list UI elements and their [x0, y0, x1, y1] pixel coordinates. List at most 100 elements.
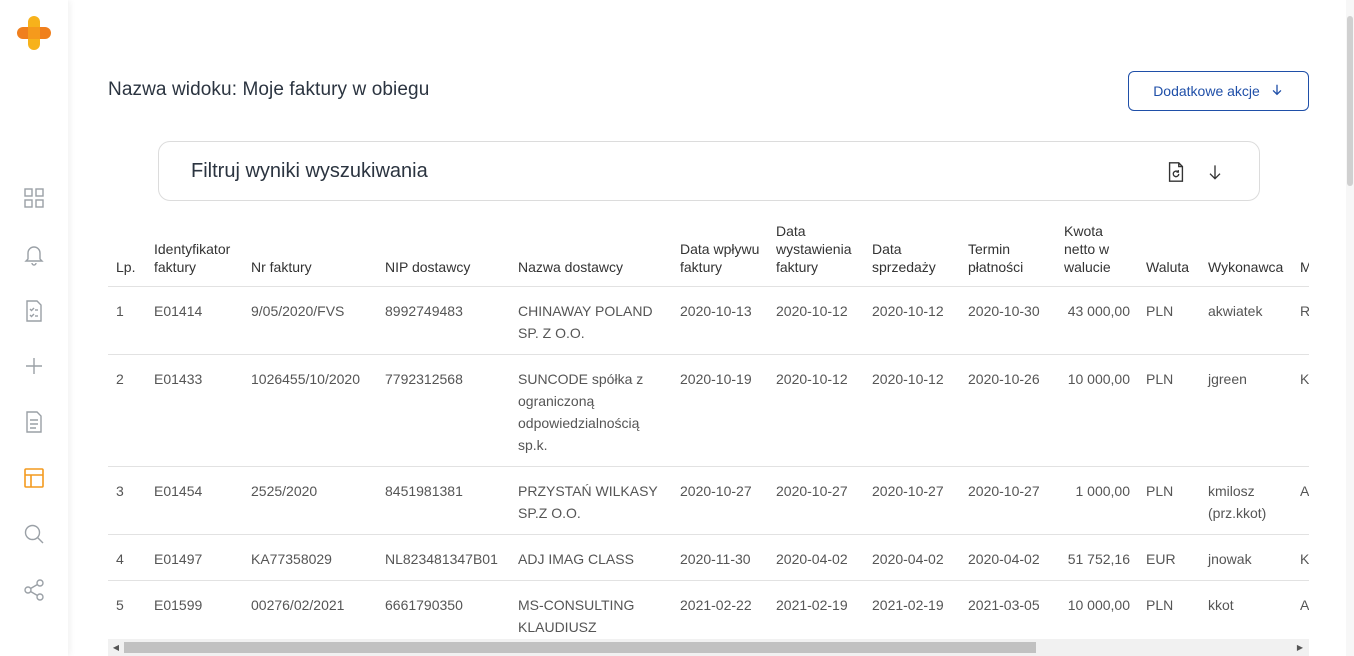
scrollbar-thumb[interactable] [124, 642, 1036, 653]
table-cell: 7792312568 [377, 354, 510, 467]
table-cell: 51 752,16 [1056, 534, 1138, 581]
page-title: Nazwa widoku: Moje faktury w obiegu [108, 79, 430, 100]
table-row[interactable]: 1 E01414 9/05/2020/FVS 8992749483 CHINAW… [108, 286, 1309, 355]
scrollbar-thumb[interactable] [1347, 16, 1353, 186]
plus-icon[interactable] [20, 352, 48, 380]
table-row[interactable]: 4 E01497 KA77358029 NL823481347B01 ADJ I… [108, 534, 1309, 581]
table-cell: 2020-10-12 [864, 354, 960, 467]
table-row[interactable]: 5 E01599 00276/02/2021 6661790350 MS-CON… [108, 580, 1309, 637]
table-cell: 2021-02-19 [768, 580, 864, 637]
document-icon[interactable] [20, 408, 48, 436]
file-refresh-icon[interactable] [1163, 159, 1189, 185]
table-cell: 2020-04-02 [768, 534, 864, 581]
table-cell: CHINAWAY POLAND SP. Z O.O. [510, 286, 672, 355]
table-cell: 2020-10-12 [768, 354, 864, 467]
table-cell: 1026455/10/2020 [243, 354, 377, 467]
table-cell: 2020-10-27 [864, 466, 960, 535]
column-header[interactable]: Termin płatności [960, 212, 1056, 287]
table-cell: PLN [1138, 580, 1200, 637]
bell-icon[interactable] [20, 240, 48, 268]
share-icon[interactable] [20, 576, 48, 604]
arrow-down-icon [1270, 83, 1284, 100]
table-cell: 10 000,00 [1056, 580, 1138, 637]
table-cell: 2021-02-22 [672, 580, 768, 637]
table-cell: E01414 [146, 286, 243, 355]
filter-panel[interactable]: Filtruj wyniki wyszukiwania [158, 141, 1260, 201]
table-cell: 2020-10-12 [768, 286, 864, 355]
table-cell: 8451981381 [377, 466, 510, 535]
column-header[interactable]: Wykonawca [1200, 212, 1292, 287]
table-cell: 2021-03-05 [960, 580, 1056, 637]
table-cell: E01433 [146, 354, 243, 467]
table-cell: 4 [108, 534, 146, 581]
table-cell: 2525/2020 [243, 466, 377, 535]
column-header[interactable]: Kwota netto w walucie [1056, 212, 1138, 287]
table-cell: ADJ IMAG CLASS [510, 534, 672, 581]
column-header[interactable]: Waluta [1138, 212, 1200, 287]
table-cell: PRZYSTAŃ WILKASY SP.Z O.O. [510, 466, 672, 535]
table-cell: 2 [108, 354, 146, 467]
table-row[interactable]: 2 E01433 1026455/10/2020 7792312568 SUNC… [108, 354, 1309, 467]
table-cell: 3 [108, 466, 146, 535]
table-cell: 00276/02/2021 [243, 580, 377, 637]
invoices-table: Lp. Identyfikator faktury Nr faktury NIP… [108, 212, 1309, 637]
additional-actions-label: Dodatkowe akcje [1153, 83, 1260, 99]
table-cell: A fa [1292, 466, 1309, 535]
table-cell: 43 000,00 [1056, 286, 1138, 355]
search-icon[interactable] [20, 520, 48, 548]
table-cell: 2020-10-26 [960, 354, 1056, 467]
additional-actions-button[interactable]: Dodatkowe akcje [1128, 71, 1309, 111]
table-cell: E01497 [146, 534, 243, 581]
layout-icon[interactable] [20, 464, 48, 492]
table-cell: R fa [1292, 286, 1309, 355]
table-cell: E01454 [146, 466, 243, 535]
table-cell: KA77358029 [243, 534, 377, 581]
table-cell: 1 [108, 286, 146, 355]
column-header[interactable]: Identyfikator faktury [146, 212, 243, 287]
column-header[interactable]: Data wpływu faktury [672, 212, 768, 287]
table-cell: 2020-04-02 [960, 534, 1056, 581]
logo-icon[interactable] [15, 14, 53, 52]
table-cell: kkot [1200, 580, 1292, 637]
table-cell: 2020-10-13 [672, 286, 768, 355]
checklist-icon[interactable] [20, 297, 48, 325]
column-header[interactable]: M z [1292, 212, 1309, 287]
scroll-left-icon[interactable]: ◀ [111, 642, 121, 653]
table-row[interactable]: 3 E01454 2525/2020 8451981381 PRZYSTAŃ W… [108, 466, 1309, 535]
arrow-down-icon[interactable] [1202, 159, 1228, 185]
column-header[interactable]: Nr faktury [243, 212, 377, 287]
horizontal-scrollbar[interactable]: ◀ ▶ [108, 639, 1309, 656]
table-cell: EUR [1138, 534, 1200, 581]
column-header[interactable]: Nazwa dostawcy [510, 212, 672, 287]
invoices-table-container: Lp. Identyfikator faktury Nr faktury NIP… [108, 212, 1309, 637]
table-cell: 8992749483 [377, 286, 510, 355]
column-header[interactable]: Data wystawienia faktury [768, 212, 864, 287]
vertical-scrollbar[interactable] [1346, 0, 1354, 656]
table-cell: 9/05/2020/FVS [243, 286, 377, 355]
grid-icon[interactable] [20, 184, 48, 212]
table-cell: 5 [108, 580, 146, 637]
table-cell: 2020-11-30 [672, 534, 768, 581]
table-cell: 2020-10-27 [960, 466, 1056, 535]
table-cell: NL823481347B01 [377, 534, 510, 581]
table-cell: 2020-10-19 [672, 354, 768, 467]
table-cell: 2021-02-19 [864, 580, 960, 637]
table-cell: 2020-10-27 [672, 466, 768, 535]
table-cell: 2020-10-27 [768, 466, 864, 535]
table-cell: A fa [1292, 580, 1309, 637]
scroll-right-icon[interactable]: ▶ [1295, 642, 1305, 653]
table-cell: kmilosz (prz.kkot) [1200, 466, 1292, 535]
table-cell: PLN [1138, 354, 1200, 467]
table-cell: PLN [1138, 286, 1200, 355]
table-cell: E01599 [146, 580, 243, 637]
table-cell: K [1292, 534, 1309, 581]
column-header[interactable]: NIP dostawcy [377, 212, 510, 287]
table-cell: PLN [1138, 466, 1200, 535]
column-header[interactable]: Data sprzedaży [864, 212, 960, 287]
table-cell: MS-CONSULTING KLAUDIUSZ SZYMCZAK [510, 580, 672, 637]
table-cell: akwiatek [1200, 286, 1292, 355]
column-header[interactable]: Lp. [108, 212, 146, 287]
sidebar [0, 0, 68, 656]
table-cell: 2020-10-12 [864, 286, 960, 355]
table-cell: 2020-10-30 [960, 286, 1056, 355]
